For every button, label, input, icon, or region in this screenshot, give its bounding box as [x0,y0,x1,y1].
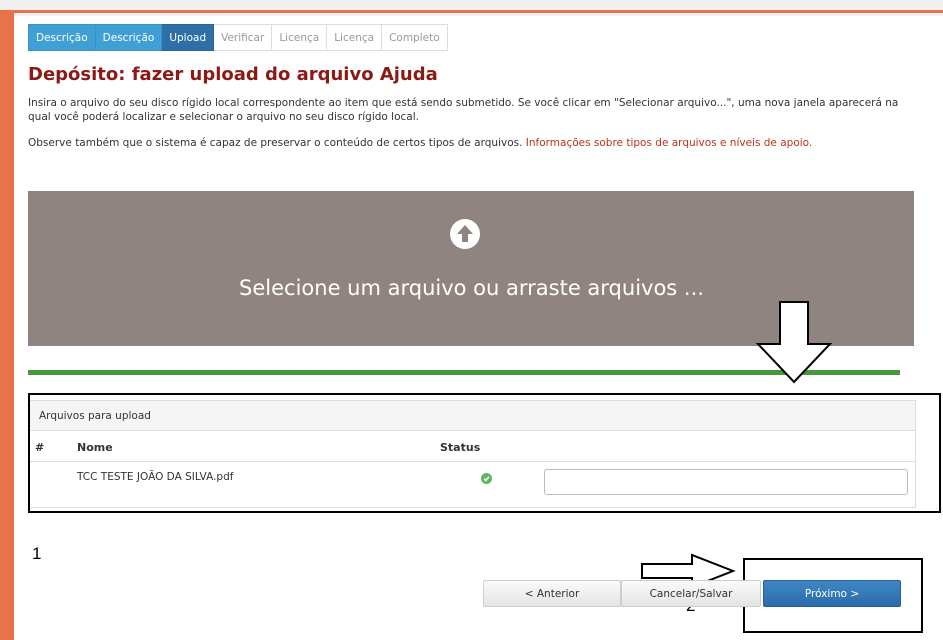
down-arrow-icon [755,301,833,384]
window-left-border [0,10,14,640]
annotation-label-1: 1 [32,544,42,563]
annotation-box-1 [28,393,941,513]
step-licenca-2: Licença [327,24,383,51]
submission-steps: Descrição Descrição Upload Verificar Lic… [28,24,448,51]
step-completo: Completo [382,24,448,51]
step-verificar: Verificar [214,24,273,51]
dropzone-label[interactable]: Selecione um arquivo ou arraste arquivos… [0,276,943,300]
note-text: Observe também que o sistema é capaz de … [28,137,523,149]
step-upload[interactable]: Upload [162,24,215,51]
file-types-info-link[interactable]: Informações sobre tipos de arquivos e ní… [526,137,812,149]
next-button[interactable]: Próximo > [763,580,901,607]
page-title: Depósito: fazer upload do arquivo Ajuda [28,64,438,85]
cancel-save-button[interactable]: Cancelar/Salvar [621,580,761,607]
previous-button[interactable]: < Anterior [483,580,621,607]
upload-circle-icon[interactable] [449,218,481,250]
step-descricao-1[interactable]: Descrição [28,24,96,51]
file-types-note: Observe também que o sistema é capaz de … [28,137,918,151]
step-licenca-1: Licença [272,24,328,51]
step-descricao-2[interactable]: Descrição [95,24,163,51]
window-top-bar [0,0,943,16]
window-accent-line [14,10,943,13]
intro-text: Insira o arquivo do seu disco rígido loc… [28,97,899,123]
